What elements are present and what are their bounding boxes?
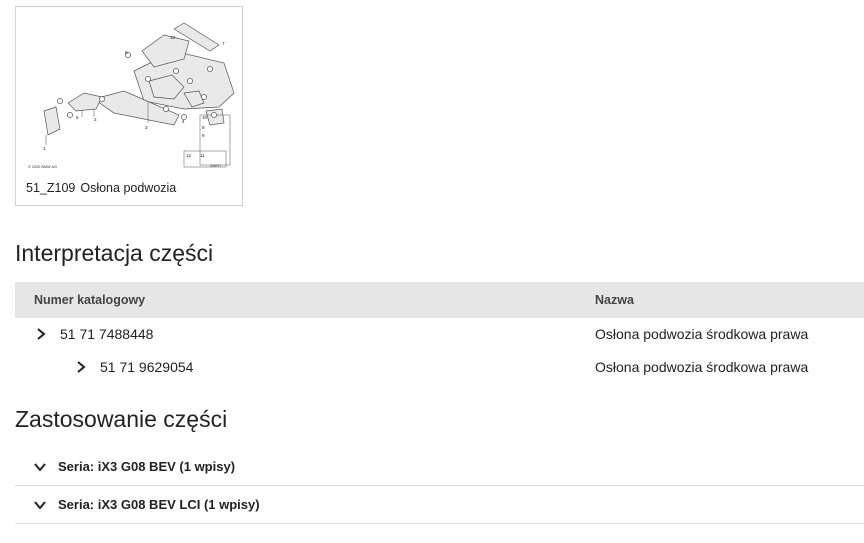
chevron-down-icon[interactable] (33, 498, 47, 512)
callout-2: 2 (94, 117, 97, 122)
parts-section-heading: Interpretacja części (15, 240, 214, 266)
column-header-name: Nazwa (595, 293, 634, 307)
chevron-down-icon[interactable] (33, 460, 47, 474)
usage-section-heading: Zastosowanie części (15, 406, 228, 432)
column-header-number: Numer katalogowy (34, 293, 146, 307)
part-name: Osłona podwozia środkowa prawa (595, 326, 809, 342)
callout-3: 3 (145, 125, 148, 130)
diagram-caption[interactable]: 51_Z109 Osłona podwozia (26, 181, 176, 195)
callout-13: 13 (170, 35, 176, 40)
diagram-copyright: © 2020 BMW AG (28, 165, 57, 169)
callout-8: 8 (202, 125, 205, 130)
callout-4: 4 (182, 119, 185, 124)
diagram-title: Osłona podwozia (80, 181, 177, 195)
callout-10: 10 (202, 115, 208, 120)
callout-9: 9 (202, 133, 205, 138)
table-row[interactable]: 51 71 7488448 Osłona podwozia środkowa p… (15, 318, 864, 350)
callout-1: 1 (43, 146, 46, 151)
parts-diagram-image: 1 2 3 4 5 6 7 8 9 10 11 12 13 © 2020 BMW… (28, 22, 235, 169)
diagram-code: 51_Z109 (26, 181, 76, 195)
callout-6: 6 (76, 115, 79, 120)
callout-12: 12 (186, 153, 192, 158)
series-accordion-item[interactable]: Seria: iX3 G08 BEV (1 wpisy) (15, 448, 864, 486)
diagram-ref-number: 508571 (210, 164, 221, 168)
series-label[interactable]: Seria: iX3 G08 BEV (1 wpisy) (58, 459, 235, 474)
chevron-right-icon[interactable] (74, 360, 88, 374)
series-accordion-item[interactable]: Seria: iX3 G08 BEV LCI (1 wpisy) (15, 486, 864, 524)
table-row[interactable]: 51 71 9629054 Osłona podwozia środkowa p… (15, 351, 864, 383)
diagram-card[interactable]: 1 2 3 4 5 6 7 8 9 10 11 12 13 © 2020 BMW… (15, 6, 243, 206)
callout-7: 7 (222, 41, 225, 46)
callout-11: 11 (200, 153, 205, 158)
part-number[interactable]: 51 71 9629054 (100, 359, 193, 375)
chevron-right-icon[interactable] (34, 327, 48, 341)
parts-table-header: Numer katalogowy Nazwa (15, 282, 864, 318)
callout-5: 5 (125, 50, 128, 55)
part-number[interactable]: 51 71 7488448 (60, 326, 153, 342)
part-name: Osłona podwozia środkowa prawa (595, 359, 809, 375)
series-label[interactable]: Seria: iX3 G08 BEV LCI (1 wpisy) (58, 497, 260, 512)
